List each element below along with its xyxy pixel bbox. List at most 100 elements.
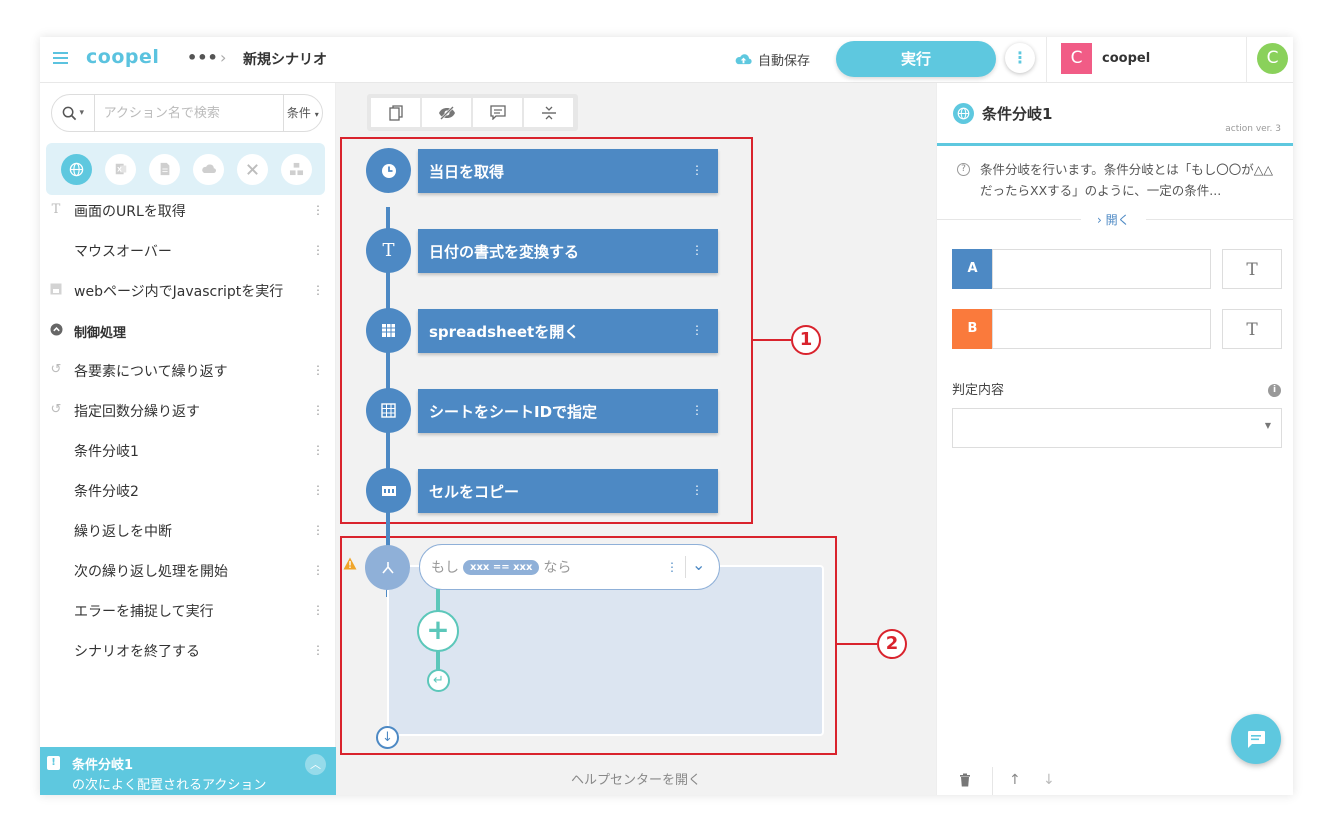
- flow-node[interactable]: シートをシートIDで指定 ⋮: [418, 389, 718, 433]
- org-avatar[interactable]: C: [1061, 43, 1092, 74]
- section-header-control[interactable]: 制御処理: [40, 311, 336, 351]
- flow-node[interactable]: 当日を取得 ⋮: [418, 149, 718, 193]
- kebab-menu-icon[interactable]: ⋮: [312, 562, 324, 578]
- hamburger-menu-icon[interactable]: [53, 51, 69, 65]
- condition-suffix: なら: [543, 560, 572, 576]
- kebab-menu-icon[interactable]: ⋮: [312, 402, 324, 418]
- panel-footer: ↑ ↓: [937, 767, 1293, 795]
- kebab-menu-icon[interactable]: ⋮: [691, 162, 703, 178]
- condition-filter-select[interactable]: 条件 ▾: [282, 95, 322, 131]
- list-item[interactable]: マウスオーバー ⋮: [40, 231, 336, 271]
- run-button[interactable]: 実行: [836, 41, 996, 77]
- list-item-label: シナリオを終了する: [74, 644, 200, 660]
- list-item[interactable]: エラーを捕捉して実行 ⋮: [40, 591, 336, 631]
- condition-node[interactable]: もし xxx == xxx なら ⋮ ⌄: [419, 544, 720, 590]
- help-center-link[interactable]: ヘルプセンターを開く: [336, 769, 936, 788]
- move-down-icon[interactable]: ↓: [1043, 772, 1055, 788]
- kebab-menu-icon[interactable]: ⋮: [312, 282, 324, 298]
- sheet-icon: [366, 308, 411, 353]
- more-vertical-icon[interactable]: ⋮: [1005, 43, 1035, 73]
- flow-node[interactable]: 日付の書式を変換する ⋮: [418, 229, 718, 273]
- kebab-menu-icon[interactable]: ⋮: [312, 242, 324, 258]
- category-cloud-icon[interactable]: [193, 153, 224, 185]
- copy-icon[interactable]: [371, 98, 420, 127]
- category-control-icon[interactable]: [281, 153, 312, 185]
- flow-node-label: spreadsheetを開く: [429, 322, 580, 341]
- collapse-icon[interactable]: [524, 98, 573, 127]
- kebab-menu-icon[interactable]: ⋮: [312, 602, 324, 618]
- warning-icon: [343, 557, 357, 574]
- list-item[interactable]: ↺ 各要素について繰り返す ⋮: [40, 351, 336, 391]
- canvas-toolbar: [367, 94, 578, 131]
- category-excel-icon[interactable]: X: [105, 153, 136, 185]
- kebab-menu-icon[interactable]: ⋮: [312, 202, 324, 218]
- flow-node-label: 日付の書式を変換する: [429, 242, 580, 261]
- chevron-up-icon[interactable]: ︿: [305, 754, 326, 775]
- category-file-icon[interactable]: [149, 153, 180, 185]
- kebab-menu-icon[interactable]: ⋮: [691, 482, 703, 498]
- info-icon[interactable]: i: [1268, 384, 1281, 397]
- text-type-button[interactable]: T: [1222, 309, 1282, 349]
- list-item[interactable]: T 画面のURLを取得 ⋮: [40, 191, 336, 231]
- kebab-menu-icon[interactable]: ⋮: [312, 482, 324, 498]
- expand-description-link[interactable]: › 開く: [1081, 211, 1146, 228]
- field-a-tag: A: [952, 249, 993, 289]
- judge-label: 判定内容: [952, 383, 1005, 398]
- search-input[interactable]: [94, 95, 283, 131]
- search-filter-button[interactable]: ▾: [52, 95, 95, 131]
- kebab-menu-icon[interactable]: ⋮: [312, 522, 324, 538]
- category-web-icon[interactable]: [61, 153, 92, 185]
- return-icon[interactable]: ↵: [427, 669, 450, 692]
- list-item[interactable]: 次の繰り返し処理を開始 ⋮: [40, 551, 336, 591]
- kebab-menu-icon[interactable]: ⋮: [312, 642, 324, 658]
- kebab-menu-icon[interactable]: ⋮: [312, 362, 324, 378]
- trash-icon[interactable]: [959, 773, 971, 791]
- breadcrumb-chevron-icon: ›: [220, 48, 227, 67]
- caret-down-icon: ▼: [1264, 421, 1271, 430]
- list-item[interactable]: シナリオを終了する ⋮: [40, 631, 336, 671]
- chat-icon[interactable]: [1231, 714, 1281, 764]
- condition-branch-area[interactable]: [387, 565, 824, 736]
- autosave-status[interactable]: 自動保存: [734, 50, 810, 69]
- coopel-logo[interactable]: coopel: [86, 46, 159, 68]
- list-item[interactable]: webページ内でJavascriptを実行 ⋮: [40, 271, 336, 311]
- suggestion-panel[interactable]: ! 条件分岐1 の次によく配置されるアクション ︿: [40, 747, 336, 795]
- list-item[interactable]: 条件分岐2 ⋮: [40, 471, 336, 511]
- field-b-input[interactable]: [992, 309, 1211, 349]
- section-label: 制御処理: [74, 325, 127, 341]
- list-item[interactable]: 繰り返しを中断 ⋮: [40, 511, 336, 551]
- cells-icon: [366, 468, 411, 513]
- kebab-menu-icon[interactable]: ⋮: [666, 559, 678, 575]
- kebab-menu-icon[interactable]: ⋮: [691, 402, 703, 418]
- flow-node[interactable]: セルをコピー ⋮: [418, 469, 718, 513]
- flow-node[interactable]: spreadsheetを開く ⋮: [418, 309, 718, 353]
- user-avatar[interactable]: C: [1257, 43, 1288, 74]
- kebab-menu-icon[interactable]: ⋮: [312, 442, 324, 458]
- hide-icon[interactable]: [422, 98, 471, 127]
- add-action-button[interactable]: +: [417, 610, 459, 652]
- suggestion-title: 条件分岐1: [72, 758, 134, 773]
- script-icon: [49, 283, 63, 297]
- judge-select[interactable]: ▼: [952, 408, 1282, 448]
- comment-icon[interactable]: [473, 98, 522, 127]
- text-icon: T: [51, 202, 61, 217]
- org-name[interactable]: coopel: [1102, 51, 1150, 66]
- list-item[interactable]: 条件分岐1 ⋮: [40, 431, 336, 471]
- condition-expression[interactable]: xxx == xxx: [463, 559, 540, 575]
- clock-icon: [366, 148, 411, 193]
- category-tools-icon[interactable]: [237, 153, 268, 185]
- more-horizontal-icon[interactable]: •••: [187, 48, 218, 67]
- list-item-label: 繰り返しを中断: [74, 524, 172, 540]
- kebab-menu-icon[interactable]: ⋮: [691, 242, 703, 258]
- move-up-icon[interactable]: ↑: [1009, 772, 1021, 788]
- pill-divider: [685, 556, 686, 578]
- kebab-menu-icon[interactable]: ⋮: [691, 322, 703, 338]
- text-type-button[interactable]: T: [1222, 249, 1282, 289]
- action-list: T 画面のURLを取得 ⋮ マウスオーバー ⋮ webページ内でJavascri…: [40, 191, 336, 671]
- list-item[interactable]: ↺ 指定回数分繰り返す ⋮: [40, 391, 336, 431]
- scenario-title[interactable]: 新規シナリオ: [243, 49, 327, 69]
- chevron-down-icon[interactable]: ⌄: [692, 555, 705, 574]
- field-a-input[interactable]: [992, 249, 1211, 289]
- action-settings-panel: 条件分岐1 action ver. 3 ? 条件分岐を行います。条件分岐とは「も…: [936, 83, 1293, 795]
- arrow-down-icon[interactable]: ↓: [376, 726, 399, 749]
